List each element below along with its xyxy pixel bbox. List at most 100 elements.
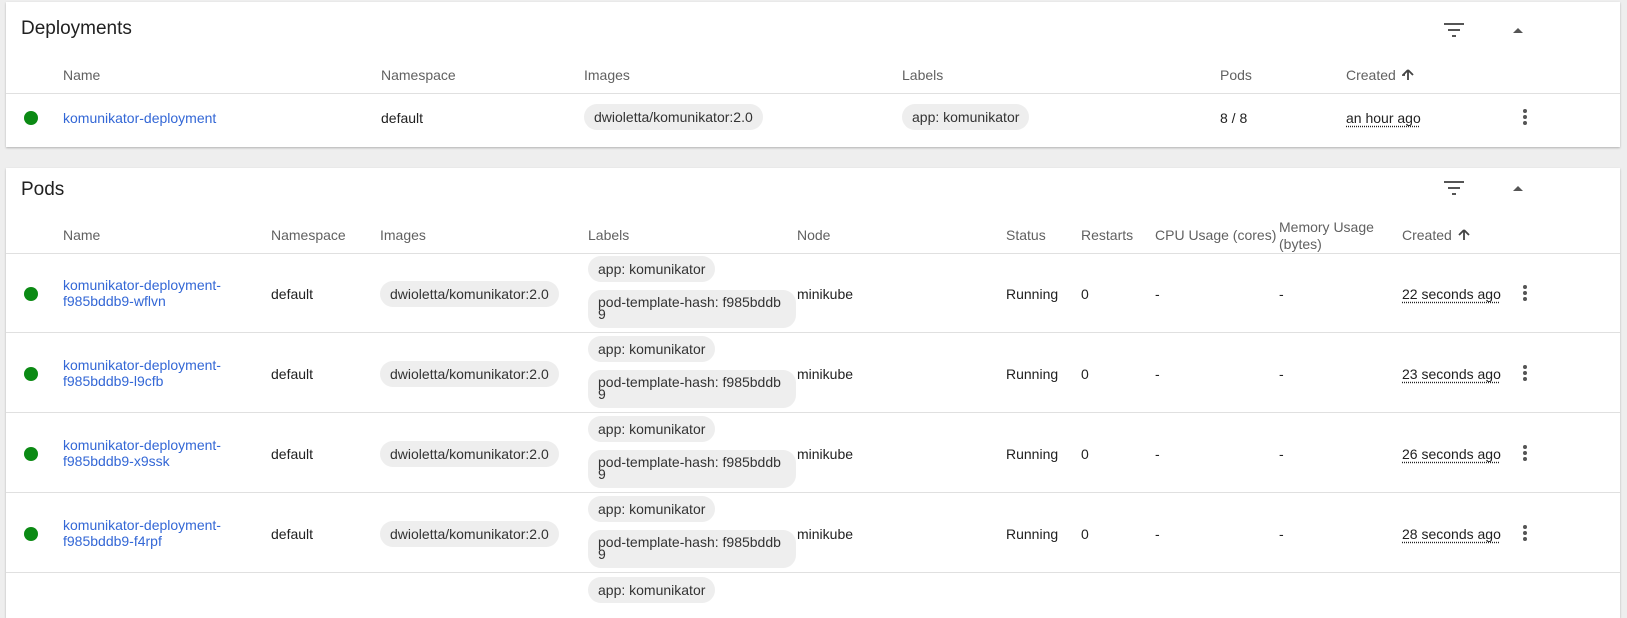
- pod-memory: -: [1279, 446, 1284, 462]
- col-header-labels: Labels: [902, 67, 944, 83]
- pod-namespace: default: [271, 286, 314, 302]
- deployments-filter-button[interactable]: [1436, 12, 1472, 48]
- more-vert-icon: [1523, 365, 1527, 381]
- status-ok-icon: [24, 287, 38, 301]
- col-header-created-label: Created: [1346, 67, 1396, 83]
- label-chip-hash: pod-template-hash: f985bddb 9: [588, 450, 796, 488]
- deployments-card: Deployments Name Namespace Images Labels…: [6, 2, 1620, 147]
- pod-namespace: default: [271, 366, 314, 382]
- image-chip: dwioletta/komunikator:2.0: [380, 441, 559, 467]
- pod-created: 28 seconds ago: [1402, 526, 1501, 542]
- pod-name-line2: f985bddb9-l9cfb: [63, 373, 164, 389]
- pod-name-link[interactable]: komunikator-deployment- f985bddb9-f4rpf: [63, 517, 221, 549]
- deployment-pods: 8 / 8: [1220, 110, 1248, 126]
- col-header-name[interactable]: Name: [63, 67, 100, 84]
- filter-icon: [1444, 23, 1464, 37]
- col-header-created[interactable]: Created: [1346, 67, 1414, 84]
- pod-actions-button[interactable]: [1513, 521, 1537, 545]
- more-vert-icon: [1523, 285, 1527, 301]
- pod-name-line1: komunikator-deployment-: [63, 277, 221, 293]
- pod-created: 23 seconds ago: [1402, 366, 1501, 382]
- status-ok-icon: [24, 447, 38, 461]
- col-header-namespace[interactable]: Namespace: [271, 227, 346, 244]
- pod-row: komunikator-deployment- f985bddb9-f4rpf …: [6, 493, 1620, 573]
- status-ok-icon: [24, 527, 38, 541]
- label-chip-hash: pod-template-hash: f985bddb 9: [588, 290, 796, 328]
- pod-namespace: default: [271, 526, 314, 542]
- deployments-title: Deployments: [21, 18, 132, 39]
- pod-row: komunikator-deployment- f985bddb9-x9ssk …: [6, 413, 1620, 493]
- col-header-node[interactable]: Node: [797, 227, 830, 244]
- label-chip-app: app: komunikator: [588, 416, 716, 442]
- image-chip: dwioletta/komunikator:2.0: [380, 281, 559, 307]
- pod-restarts: 0: [1081, 286, 1089, 302]
- pod-name-link[interactable]: komunikator-deployment- f985bddb9-wflvn: [63, 277, 221, 309]
- col-header-labels: Labels: [588, 227, 630, 243]
- pod-status: Running: [1006, 526, 1059, 542]
- label-hash-line1: pod-template-hash: f985bddb: [598, 534, 781, 550]
- pod-namespace: default: [271, 446, 314, 462]
- pod-cpu: -: [1155, 526, 1160, 542]
- pod-node: minikube: [797, 446, 854, 462]
- col-header-images: Images: [380, 227, 426, 243]
- pod-name-link[interactable]: komunikator-deployment- f985bddb9-l9cfb: [63, 357, 221, 389]
- pod-cpu: -: [1155, 446, 1160, 462]
- col-header-name[interactable]: Name: [63, 227, 100, 244]
- label-chip: app: komunikator: [902, 104, 1030, 130]
- pod-row: komunikator-deployment- f985bddb9-l9cfb …: [6, 333, 1620, 413]
- pod-status: Running: [1006, 286, 1059, 302]
- pod-node: minikube: [797, 526, 854, 542]
- label-chip-app: app: komunikator: [588, 336, 716, 362]
- label-chip-hash: pod-template-hash: f985bddb 9: [588, 530, 796, 568]
- label-chip-app: app: komunikator: [588, 496, 716, 522]
- pod-node: minikube: [797, 286, 854, 302]
- pod-restarts: 0: [1081, 366, 1089, 382]
- col-header-cpu: CPU Usage (cores): [1155, 227, 1277, 243]
- label-hash-line1: pod-template-hash: f985bddb: [598, 454, 781, 470]
- label-hash-line1: pod-template-hash: f985bddb: [598, 294, 781, 310]
- col-header-memory-line2: (bytes): [1279, 236, 1322, 252]
- pod-actions-button[interactable]: [1513, 281, 1537, 305]
- image-chip: dwioletta/komunikator:2.0: [584, 104, 763, 130]
- col-header-restarts: Restarts: [1081, 227, 1134, 243]
- label-chip-app: app: komunikator: [588, 577, 716, 603]
- pods-card: Pods Name Namespace Images Labels Node S…: [6, 168, 1620, 618]
- pod-name-line1: komunikator-deployment-: [63, 517, 221, 533]
- pod-status: Running: [1006, 446, 1059, 462]
- col-header-namespace[interactable]: Namespace: [381, 67, 456, 84]
- deployment-name-link[interactable]: komunikator-deployment: [63, 110, 216, 126]
- arrow-up-icon: [1458, 229, 1470, 240]
- col-header-status[interactable]: Status: [1006, 227, 1046, 244]
- filter-icon: [1444, 181, 1464, 195]
- more-vert-icon: [1523, 525, 1527, 541]
- label-hash-line1: pod-template-hash: f985bddb: [598, 374, 781, 390]
- pod-name-link[interactable]: komunikator-deployment- f985bddb9-x9ssk: [63, 437, 221, 469]
- pod-created: 22 seconds ago: [1402, 286, 1501, 302]
- pod-created: 26 seconds ago: [1402, 446, 1501, 462]
- deployment-created: an hour ago: [1346, 110, 1421, 126]
- pod-name-line2: f985bddb9-f4rpf: [63, 533, 162, 549]
- deployments-collapse-button[interactable]: [1500, 12, 1536, 48]
- pods-title: Pods: [21, 179, 65, 200]
- pod-restarts: 0: [1081, 446, 1089, 462]
- pod-name-line1: komunikator-deployment-: [63, 357, 221, 373]
- col-header-memory-line1: Memory Usage: [1279, 219, 1374, 235]
- pod-cpu: -: [1155, 366, 1160, 382]
- status-ok-icon: [24, 111, 38, 125]
- deployment-namespace: default: [381, 110, 424, 126]
- pod-actions-button[interactable]: [1513, 361, 1537, 385]
- chevron-up-icon: [1513, 186, 1523, 191]
- col-header-images: Images: [584, 67, 630, 83]
- deployment-actions-button[interactable]: [1513, 105, 1537, 129]
- arrow-up-icon: [1400, 69, 1414, 80]
- col-header-created[interactable]: Created: [1402, 227, 1470, 244]
- pod-name-line2: f985bddb9-wflvn: [63, 293, 166, 309]
- pod-cpu: -: [1155, 286, 1160, 302]
- col-header-created-label: Created: [1402, 227, 1452, 243]
- pod-actions-button[interactable]: [1513, 441, 1537, 465]
- pod-memory: -: [1279, 286, 1284, 302]
- pod-restarts: 0: [1081, 526, 1089, 542]
- pods-filter-button[interactable]: [1436, 170, 1472, 206]
- pods-collapse-button[interactable]: [1500, 170, 1536, 206]
- more-vert-icon: [1523, 109, 1527, 125]
